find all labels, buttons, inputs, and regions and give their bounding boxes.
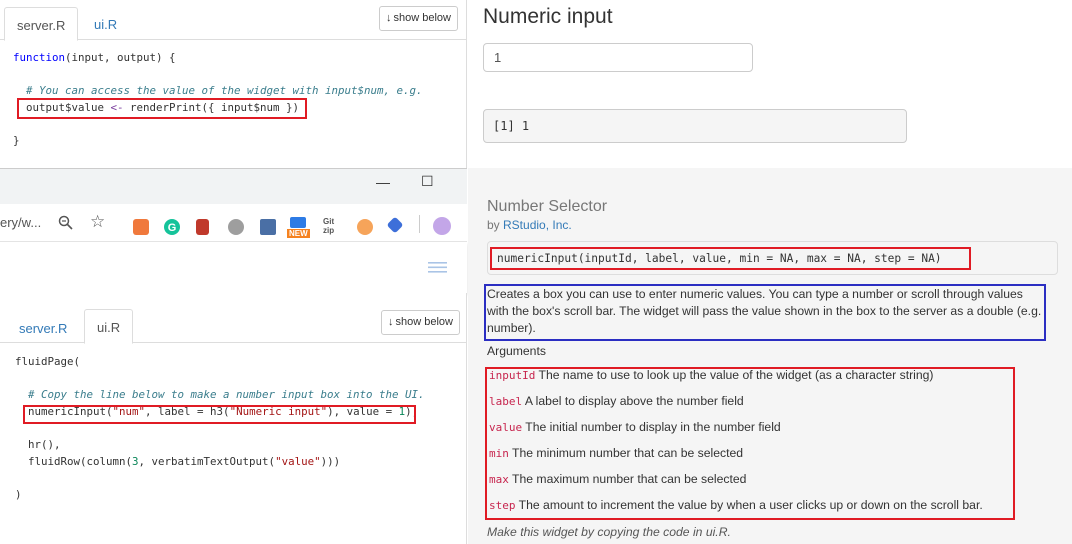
widget-description: Number Selector by RStudio, Inc. numeric… bbox=[468, 168, 1072, 544]
widget-title: Number Selector bbox=[487, 198, 608, 215]
page-title: Numeric input bbox=[483, 5, 613, 28]
highlight-box-red bbox=[23, 405, 416, 424]
globe-icon[interactable] bbox=[228, 219, 244, 235]
verbatim-output: [1] 1 bbox=[483, 109, 907, 143]
code-comment: # You can access the value of the widget… bbox=[26, 84, 423, 98]
ui-code-panel: server.R ui.R ↓ show below fluidPage( # C… bbox=[0, 293, 467, 544]
show-below-label: show below bbox=[393, 12, 451, 24]
code-text: } bbox=[13, 133, 20, 147]
widget-footer: Make this widget by copying the code in … bbox=[487, 525, 731, 539]
highlight-box-red bbox=[485, 367, 1015, 520]
browser-window: — ☐ ery/w... ☆ G NEW Git zip bbox=[0, 168, 467, 293]
tools-icon[interactable] bbox=[260, 219, 276, 235]
arrow-down-icon: ↓ bbox=[388, 316, 394, 328]
maximize-icon[interactable]: ☐ bbox=[421, 173, 434, 190]
star-icon[interactable]: ☆ bbox=[90, 212, 105, 232]
highlight-box-red bbox=[17, 98, 307, 119]
show-below-button[interactable]: ↓ show below bbox=[381, 310, 460, 335]
highlight-box-red bbox=[490, 247, 971, 270]
svg-text:G: G bbox=[168, 222, 177, 234]
arguments-heading: Arguments bbox=[487, 344, 546, 358]
extension-1-icon[interactable] bbox=[133, 219, 149, 235]
browser-page bbox=[0, 242, 467, 293]
hamburger-menu-icon[interactable] bbox=[428, 262, 447, 273]
extension-7-icon[interactable] bbox=[357, 219, 373, 235]
profile-avatar[interactable] bbox=[433, 217, 451, 235]
code-text: (input, output) { bbox=[65, 51, 176, 64]
code-text: fluidPage( bbox=[15, 355, 81, 368]
zoom-icon[interactable] bbox=[58, 215, 73, 230]
tab-ui-r[interactable]: ui.R bbox=[82, 7, 129, 41]
numeric-input[interactable]: 1 bbox=[483, 43, 753, 72]
tab-server-r[interactable]: server.R bbox=[7, 311, 79, 345]
new-badge-label: NEW bbox=[287, 229, 310, 238]
show-below-button[interactable]: ↓ show below bbox=[379, 6, 458, 31]
server-code-panel: server.R ui.R ↓ show below function(input… bbox=[0, 0, 467, 168]
extension-8-icon[interactable] bbox=[386, 216, 404, 234]
tab-server-r[interactable]: server.R bbox=[4, 7, 79, 41]
code-text: , verbatimTextOutput( bbox=[138, 454, 276, 468]
address-text[interactable]: ery/w... bbox=[0, 215, 41, 230]
code-text: hr(), bbox=[28, 437, 61, 451]
author-link[interactable]: RStudio, Inc. bbox=[503, 218, 572, 232]
code-text: ))) bbox=[320, 454, 341, 468]
app-preview: Numeric input 1 [1] 1 bbox=[468, 0, 1072, 168]
code-string: "value" bbox=[275, 454, 321, 468]
ui-code: fluidPage( # Copy the line below to make… bbox=[15, 354, 425, 503]
widget-byline: by RStudio, Inc. bbox=[487, 218, 572, 232]
git-zip-icon[interactable]: Git zip bbox=[323, 217, 334, 235]
code-text: ) bbox=[15, 487, 22, 501]
bookmark-icon[interactable] bbox=[196, 219, 209, 235]
browser-titlebar: — ☐ bbox=[0, 168, 467, 204]
code-comment: # Copy the line below to make a number i… bbox=[28, 388, 425, 402]
highlight-box-blue bbox=[484, 284, 1046, 341]
by-label: by bbox=[487, 218, 504, 232]
address-bar: ery/w... ☆ G NEW Git zip bbox=[0, 204, 467, 242]
minimize-icon[interactable]: — bbox=[376, 174, 390, 190]
code-keyword: function bbox=[13, 51, 66, 64]
code-text: fluidRow(column( bbox=[28, 454, 133, 468]
new-badge-icon[interactable]: NEW bbox=[287, 217, 311, 241]
tab-ui-r[interactable]: ui.R bbox=[84, 309, 134, 344]
grammarly-icon[interactable]: G bbox=[163, 218, 181, 236]
arrow-down-icon: ↓ bbox=[386, 12, 392, 24]
show-below-label: show below bbox=[395, 316, 453, 328]
right-panel: Numeric input 1 [1] 1 Number Selector by… bbox=[468, 0, 1072, 544]
toolbar-divider bbox=[419, 215, 420, 233]
